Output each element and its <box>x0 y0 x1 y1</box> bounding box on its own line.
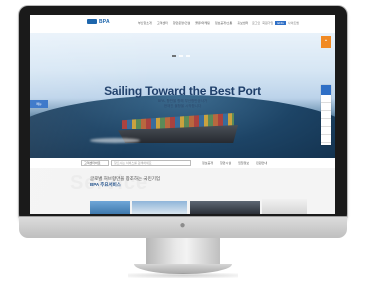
rail-item[interactable] <box>321 135 331 143</box>
hero-title: Sailing Toward the Best Port <box>104 84 261 98</box>
services-section: Service 글로벌 허브항만을 창조하는 국민기업 BPA 주요서비스 <box>30 168 335 214</box>
quick-links: 정보공개 항만시설 입찰정보 민원안내 <box>202 161 267 165</box>
service-photo[interactable] <box>190 201 260 214</box>
rail-item[interactable] <box>321 103 331 111</box>
login-link[interactable]: 로그인 <box>252 21 260 25</box>
section-title: 글로벌 허브항만을 창조하는 국민기업 BPA 주요서비스 <box>90 176 160 188</box>
service-photo[interactable] <box>90 201 130 214</box>
hero-subtitle-line: 현재진 물항을 시작합니다 <box>163 104 202 108</box>
hero-subtitle: BPA, 항만을 향해 부산항만공사가 현재진 물항을 시작합니다 <box>30 99 335 109</box>
nav-item[interactable]: 정보공개/소통 <box>215 21 232 25</box>
monitor-stand <box>146 238 220 266</box>
carousel-dot[interactable] <box>172 55 176 57</box>
rail-item[interactable] <box>321 119 331 127</box>
join-link[interactable]: 회원가입 <box>262 21 273 25</box>
nav-item[interactable]: 항만운영/건설 <box>173 21 190 25</box>
logo-mark-icon <box>87 19 97 25</box>
left-menu-tab[interactable]: 메뉴 <box>30 100 48 108</box>
rail-item[interactable] <box>321 95 331 103</box>
section-title-line: BPA 주요서비스 <box>90 182 121 187</box>
stand-shadow <box>128 273 238 278</box>
utility-links: 로그인 회원가입 ENG 사이트맵 <box>252 21 299 25</box>
rail-item[interactable] <box>321 111 331 119</box>
carousel-indicators <box>172 55 190 57</box>
quick-link[interactable]: 입찰정보 <box>238 161 249 165</box>
right-quick-rail <box>321 85 331 145</box>
logo-text: BPA <box>99 19 110 25</box>
service-photo[interactable] <box>262 199 307 214</box>
nav-item[interactable]: 부산항소개 <box>138 21 152 25</box>
quick-select[interactable]: 고객센터바로 <box>81 160 109 166</box>
quick-search-bar: 고객센터바로 찾으시는 서비스를 검색하세요 정보공개 항만시설 입찰정보 민원… <box>30 158 335 168</box>
orange-quick-tab[interactable]: ▲ <box>321 36 331 48</box>
site-header: BPA 부산항소개 고객센터 항만운영/건설 물류/마케팅 정보공개/소통 홍보… <box>30 15 335 33</box>
quick-link[interactable]: 정보공개 <box>202 161 213 165</box>
site-logo[interactable]: BPA <box>87 19 110 25</box>
carousel-dot[interactable] <box>186 55 190 57</box>
rail-header[interactable] <box>321 85 331 95</box>
nav-item[interactable]: 물류/마케팅 <box>195 21 210 25</box>
sitemap-link[interactable]: 사이트맵 <box>288 21 299 25</box>
hero-banner: Sailing Toward the Best Port BPA, 항만을 향해… <box>30 33 335 175</box>
website-screen: BPA 부산항소개 고객센터 항만운영/건설 물류/마케팅 정보공개/소통 홍보… <box>30 15 335 214</box>
quick-search-input[interactable]: 찾으시는 서비스를 검색하세요 <box>111 160 191 166</box>
eng-button[interactable]: ENG <box>275 21 286 25</box>
quick-link[interactable]: 항만시설 <box>220 161 231 165</box>
quick-link[interactable]: 민원안내 <box>256 161 267 165</box>
carousel-dot[interactable] <box>179 55 183 57</box>
nav-item[interactable]: 고객센터 <box>157 21 168 25</box>
main-nav: 부산항소개 고객센터 항만운영/건설 물류/마케팅 정보공개/소통 홍보센터 <box>138 21 248 25</box>
apple-logo-icon: ● <box>179 220 186 231</box>
rail-item[interactable] <box>321 127 331 135</box>
ship-wake <box>90 138 140 143</box>
service-photo[interactable] <box>132 201 187 214</box>
nav-item[interactable]: 홍보센터 <box>237 21 248 25</box>
